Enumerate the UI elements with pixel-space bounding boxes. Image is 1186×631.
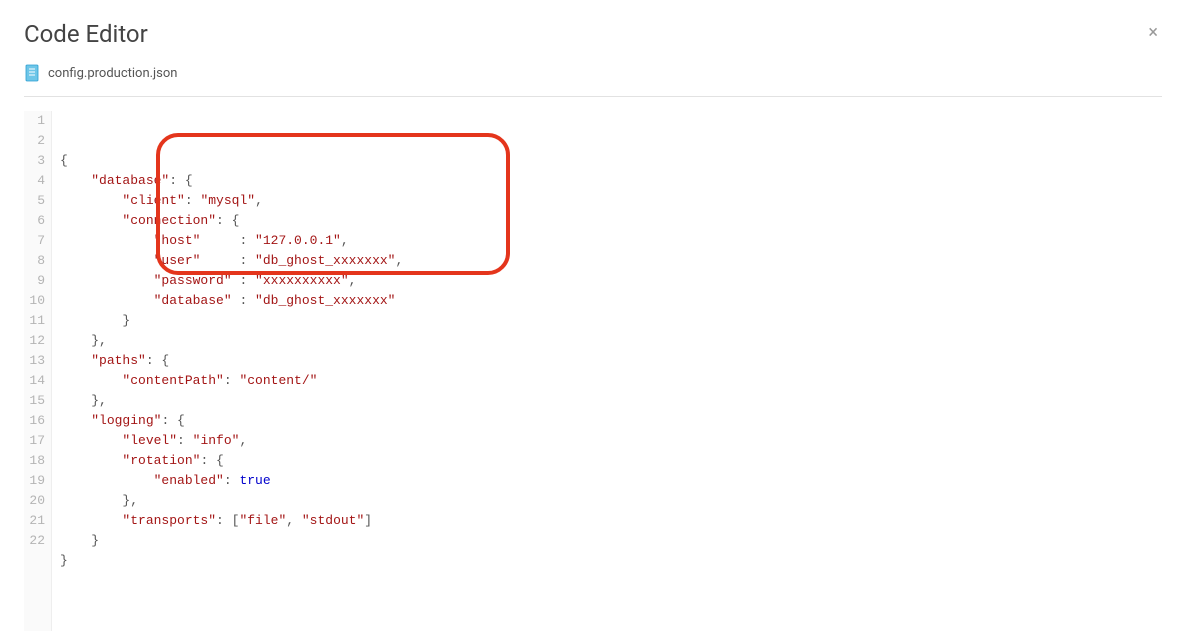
- code-line[interactable]: "database" : "db_ghost_xxxxxxx": [60, 291, 1162, 311]
- line-number: 9: [24, 271, 45, 291]
- line-number: 8: [24, 251, 45, 271]
- line-number: 13: [24, 351, 45, 371]
- code-line[interactable]: "paths": {: [60, 351, 1162, 371]
- header: Code Editor ×: [24, 20, 1162, 64]
- code-line[interactable]: "database": {: [60, 171, 1162, 191]
- code-line[interactable]: },: [60, 391, 1162, 411]
- line-number: 11: [24, 311, 45, 331]
- code-line[interactable]: "contentPath": "content/": [60, 371, 1162, 391]
- line-number: 17: [24, 431, 45, 451]
- code-line[interactable]: "transports": ["file", "stdout"]: [60, 511, 1162, 531]
- code-line[interactable]: {: [60, 151, 1162, 171]
- line-number: 4: [24, 171, 45, 191]
- code-line[interactable]: [60, 571, 1162, 591]
- line-number: 12: [24, 331, 45, 351]
- line-number: 21: [24, 511, 45, 531]
- file-icon: [24, 64, 40, 82]
- code-line[interactable]: }: [60, 311, 1162, 331]
- line-number: 19: [24, 471, 45, 491]
- code-line[interactable]: }: [60, 551, 1162, 571]
- line-number: 1: [24, 111, 45, 131]
- line-number: 22: [24, 531, 45, 551]
- code-line[interactable]: "host" : "127.0.0.1",: [60, 231, 1162, 251]
- line-number: 3: [24, 151, 45, 171]
- line-number: 15: [24, 391, 45, 411]
- code-line[interactable]: "logging": {: [60, 411, 1162, 431]
- code-line[interactable]: "password" : "xxxxxxxxxx",: [60, 271, 1162, 291]
- code-line[interactable]: "user" : "db_ghost_xxxxxxx",: [60, 251, 1162, 271]
- line-number-gutter: 12345678910111213141516171819202122: [24, 111, 52, 631]
- close-icon[interactable]: ×: [1144, 20, 1162, 46]
- line-number: 10: [24, 291, 45, 311]
- file-breadcrumb: config.production.json: [24, 64, 1162, 97]
- line-number: 5: [24, 191, 45, 211]
- line-number: 20: [24, 491, 45, 511]
- page-title: Code Editor: [24, 20, 148, 48]
- code-line[interactable]: "client": "mysql",: [60, 191, 1162, 211]
- code-area[interactable]: { "database": { "client": "mysql", "conn…: [52, 111, 1162, 631]
- line-number: 2: [24, 131, 45, 151]
- code-line[interactable]: "connection": {: [60, 211, 1162, 231]
- code-line[interactable]: "enabled": true: [60, 471, 1162, 491]
- code-line[interactable]: "level": "info",: [60, 431, 1162, 451]
- code-editor-panel: Code Editor × config.production.json 123…: [0, 0, 1186, 585]
- line-number: 16: [24, 411, 45, 431]
- code-line[interactable]: }: [60, 531, 1162, 551]
- file-name: config.production.json: [48, 66, 177, 81]
- line-number: 7: [24, 231, 45, 251]
- line-number: 6: [24, 211, 45, 231]
- line-number: 18: [24, 451, 45, 471]
- code-line[interactable]: },: [60, 491, 1162, 511]
- code-line[interactable]: },: [60, 331, 1162, 351]
- code-line[interactable]: "rotation": {: [60, 451, 1162, 471]
- code-editor[interactable]: 12345678910111213141516171819202122 { "d…: [24, 111, 1162, 631]
- line-number: 14: [24, 371, 45, 391]
